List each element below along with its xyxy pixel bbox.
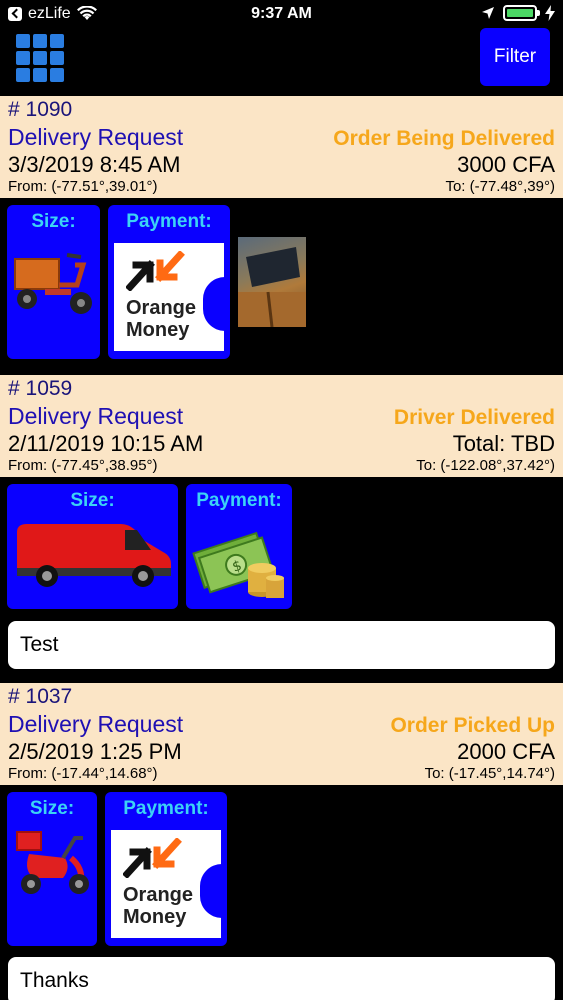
order-comment: Test: [8, 621, 555, 669]
payment-label: Payment:: [126, 211, 212, 232]
battery-icon: [503, 5, 540, 21]
scooter-icon: [16, 831, 89, 894]
charging-bolt-icon: [545, 5, 555, 21]
from-coordinates: From: (-77.51°,39.01°): [8, 178, 158, 195]
package-photo-image: [238, 247, 306, 327]
orange-money-arrows-icon: [126, 251, 185, 291]
order-type: Delivery Request: [8, 711, 184, 737]
payment-label: Payment:: [123, 798, 209, 819]
size-tile[interactable]: Size:: [7, 205, 100, 359]
orange-money-logo: Orange Money: [111, 830, 222, 938]
from-coordinates: From: (-77.45°,38.95°): [8, 457, 158, 474]
to-coordinates: To: (-77.48°,39°): [445, 178, 555, 195]
order-datetime: 2/5/2019 1:25 PM: [8, 739, 182, 764]
order-id: # 1090: [8, 98, 73, 121]
comment-text: Test: [20, 633, 59, 656]
to-coordinates: To: (-122.08°,37.42°): [416, 457, 555, 474]
clock: 9:37 AM: [251, 5, 312, 22]
order-price: 2000 CFA: [457, 739, 555, 764]
order-card-header[interactable]: # 1090 Delivery Request Order Being Deli…: [0, 96, 563, 198]
payment-label: Payment:: [196, 490, 282, 511]
order-id: # 1059: [8, 377, 73, 400]
orange-money-text: Orange Money: [126, 297, 197, 341]
grid-icon: [16, 34, 30, 48]
payment-tile[interactable]: Payment: Orange Money: [108, 205, 230, 359]
cargo-tricycle-icon: [14, 253, 92, 314]
order-datetime: 3/3/2019 8:45 AM: [8, 152, 181, 177]
orange-money-arrows-icon: [123, 838, 182, 878]
payment-tile[interactable]: Payment: $: [186, 484, 292, 609]
order-datetime: 2/11/2019 10:15 AM: [8, 431, 204, 456]
payment-tile[interactable]: Payment: Orange Money: [105, 792, 227, 946]
comment-text: Thanks: [20, 969, 89, 992]
order-type: Delivery Request: [8, 124, 184, 150]
order-comment: Thanks: [8, 957, 555, 1000]
order-type: Delivery Request: [8, 403, 184, 429]
order-status: Driver Delivered: [393, 406, 555, 429]
location-arrow-icon: [482, 7, 494, 19]
size-label: Size:: [29, 798, 75, 819]
order-id: # 1037: [8, 685, 73, 708]
status-bar: ezLife 9:37 AM: [0, 0, 563, 30]
order-card-header[interactable]: # 1059 Delivery Request Driver Delivered…: [0, 375, 563, 477]
size-label: Size:: [70, 490, 115, 511]
order-status: Order Being Delivered: [333, 127, 555, 150]
size-label: Size:: [31, 211, 76, 232]
size-tile[interactable]: Size:: [7, 484, 178, 609]
package-photo[interactable]: [238, 237, 306, 327]
orange-money-text: Orange Money: [123, 884, 194, 928]
van-icon: [17, 524, 171, 587]
order-status: Order Picked Up: [390, 714, 555, 737]
to-coordinates: To: (-17.45°,14.74°): [424, 765, 555, 782]
menu-grid-button[interactable]: [16, 34, 66, 82]
order-price: 3000 CFA: [457, 152, 555, 177]
from-coordinates: From: (-17.44°,14.68°): [8, 765, 158, 782]
order-price: Total: TBD: [452, 431, 555, 456]
filter-button[interactable]: Filter: [480, 28, 550, 86]
cash-money-icon: $: [192, 531, 284, 598]
orange-money-logo: Orange Money: [114, 243, 225, 351]
size-tile[interactable]: Size:: [7, 792, 97, 946]
order-card-header[interactable]: # 1037 Delivery Request Order Picked Up …: [0, 683, 563, 785]
